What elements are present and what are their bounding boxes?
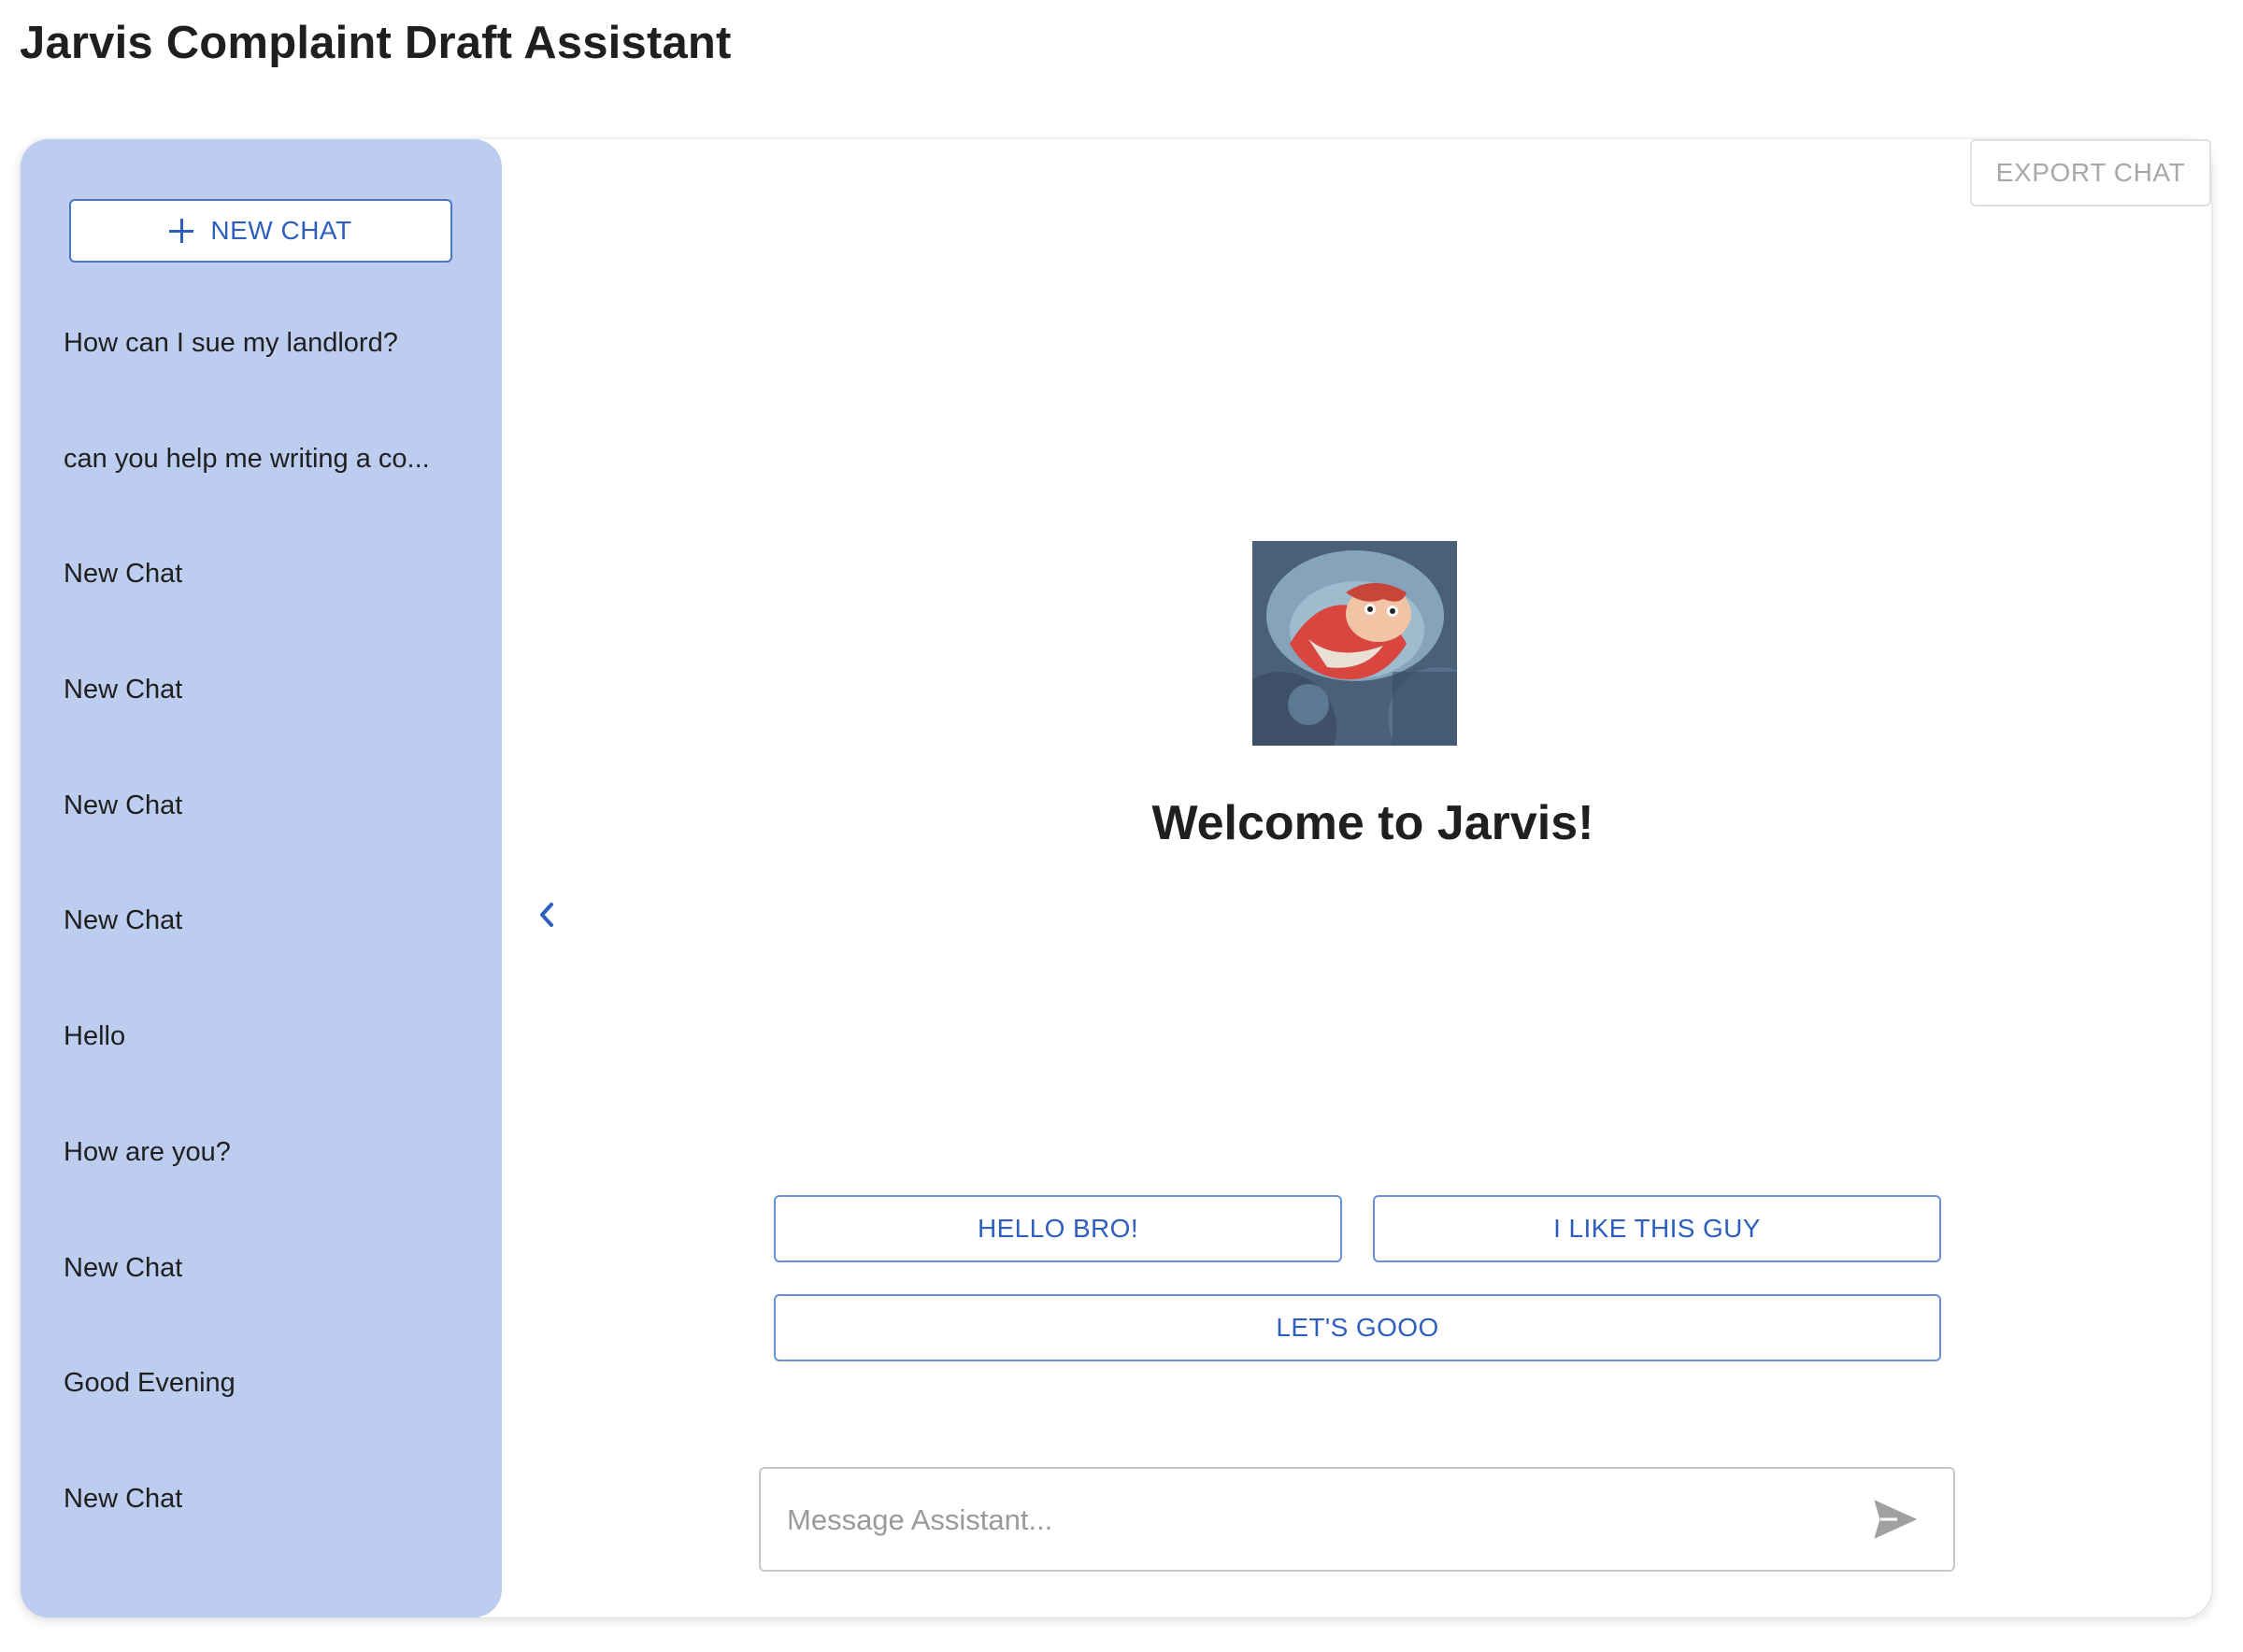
chat-history-label: How are you? [64, 1136, 231, 1167]
chat-history-item[interactable]: New Chat [21, 904, 502, 1019]
avatar-image [1252, 541, 1457, 746]
export-chat-button[interactable]: EXPORT CHAT [1970, 139, 2211, 206]
chat-history-item[interactable]: How are you? [21, 1135, 502, 1251]
message-input[interactable] [785, 1469, 1836, 1572]
chat-history-label: New Chat [64, 790, 183, 820]
chat-history-label: Hello [64, 1021, 126, 1052]
chat-history-item[interactable]: Good Evening [21, 1366, 502, 1482]
chat-history-item[interactable]: New Chat [21, 1251, 502, 1367]
welcome-heading: Welcome to Jarvis! [1151, 796, 1594, 850]
chat-history-item[interactable]: can you help me writing a co... [21, 442, 502, 558]
chevron-left-icon [540, 903, 553, 927]
suggestion-button[interactable]: HELLO BRO! [774, 1195, 1342, 1262]
chat-history-item[interactable]: New Chat [21, 673, 502, 789]
collapse-sidebar-button[interactable] [528, 894, 565, 935]
chat-window: NEW CHAT How can I sue my landlord? can … [21, 139, 2211, 1617]
new-chat-label: NEW CHAT [210, 216, 352, 245]
send-icon[interactable] [1873, 1499, 1918, 1540]
suggestion-button[interactable]: I LIKE THIS GUY [1373, 1195, 1941, 1262]
avatar [1252, 541, 1457, 746]
chat-history-label: New Chat [64, 905, 183, 936]
chat-history-item[interactable]: New Chat [21, 557, 502, 673]
chat-history-item[interactable]: How can I sue my landlord? [21, 326, 502, 442]
chat-history-item[interactable]: New Chat [21, 1482, 502, 1598]
chat-history-label: New Chat [64, 1252, 183, 1283]
chat-history-label: How can I sue my landlord? [64, 328, 398, 358]
new-chat-button[interactable]: NEW CHAT [69, 199, 452, 263]
sidebar: NEW CHAT How can I sue my landlord? can … [21, 139, 502, 1617]
chat-history-label: can you help me writing a co... [64, 443, 430, 474]
chat-history-item[interactable]: Hello [21, 1019, 502, 1135]
chat-history-list: How can I sue my landlord? can you help … [21, 326, 502, 1598]
chat-history-item[interactable]: New Chat [21, 789, 502, 904]
chat-history-label: Good Evening [64, 1368, 236, 1399]
message-composer [759, 1467, 1955, 1572]
chat-history-label: New Chat [64, 1483, 183, 1514]
chat-history-label: New Chat [64, 675, 183, 705]
chat-history-label: New Chat [64, 559, 183, 590]
app-title: Jarvis Complaint Draft Assistant [20, 18, 732, 68]
suggestion-button[interactable]: LET'S GOOO [774, 1294, 1941, 1361]
plus-icon [169, 219, 194, 243]
